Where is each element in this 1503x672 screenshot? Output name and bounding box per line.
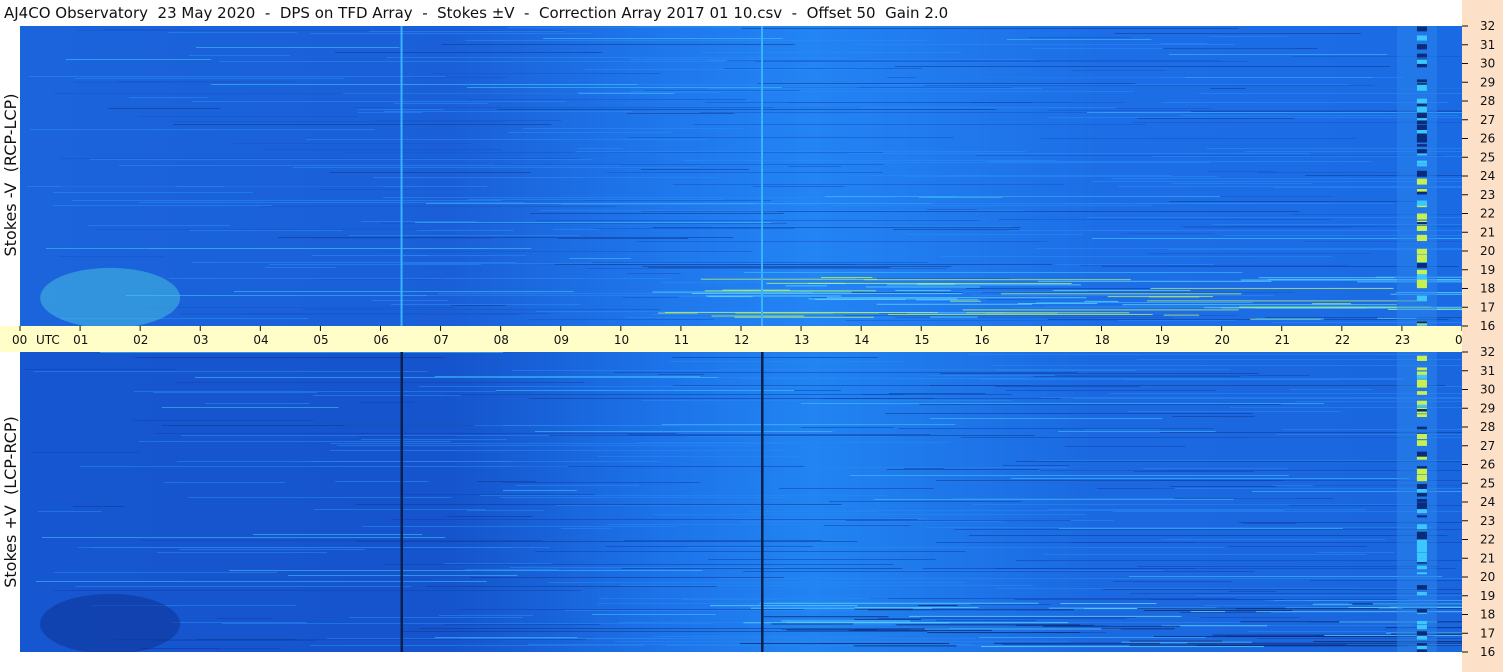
time-tick-label: 12: [734, 333, 749, 347]
y-axis-label-top: Stokes -V (RCP-LCP): [1, 93, 20, 257]
time-tick-label: 09: [554, 333, 569, 347]
freq-tick-label: 22: [1480, 533, 1495, 547]
freq-tick-label: 24: [1480, 495, 1495, 509]
freq-tick-label: 19: [1480, 589, 1495, 603]
time-tick-label: 05: [313, 333, 328, 347]
time-tick-label: 23: [1395, 333, 1410, 347]
freq-tick-label: 23: [1480, 188, 1495, 202]
time-tick-label: 17: [1034, 333, 1049, 347]
spectrogram-top: [20, 26, 1462, 326]
freq-tick-label: 20: [1480, 244, 1495, 258]
interference-band: [1396, 26, 1437, 326]
freq-tick-label: 18: [1480, 282, 1495, 296]
freq-tick-label: 28: [1480, 420, 1495, 434]
freq-tick-label: 31: [1480, 364, 1495, 378]
time-tick-label: 08: [494, 333, 509, 347]
time-tick-label: 14: [854, 333, 869, 347]
time-tick-label: 13: [794, 333, 809, 347]
time-tick-label: 22: [1335, 333, 1350, 347]
time-tick-label: 00: [1455, 333, 1462, 347]
time-tick-label: 16: [974, 333, 989, 347]
time-tick-label: 01: [73, 333, 88, 347]
freq-tick-label: 19: [1480, 263, 1495, 277]
freq-tick-label: 26: [1480, 458, 1495, 472]
time-tick-label: 15: [914, 333, 929, 347]
time-tick-label: 06: [374, 333, 389, 347]
utc-label: UTC: [36, 333, 60, 347]
freq-tick-label: 30: [1480, 57, 1495, 71]
freq-tick-label: 27: [1480, 113, 1495, 127]
vertical-marker-2: [761, 26, 764, 326]
time-axis-svg: 00 UTC 01 02 03 04 05 06 07 08 09 10 11 12 13 14 15 16 17 1…: [12, 326, 1462, 347]
spectrogram-bottom: [20, 352, 1462, 652]
freq-tick-label: 17: [1480, 626, 1495, 640]
freq-tick-label: 31: [1480, 38, 1495, 52]
time-tick-label: 21: [1275, 333, 1290, 347]
freq-tick-label: 16: [1480, 645, 1495, 659]
time-tick-label: 18: [1095, 333, 1110, 347]
freq-tick-label: 20: [1480, 570, 1495, 584]
freq-tick-label: 30: [1480, 383, 1495, 397]
spectrogram-bottom-svg: [20, 352, 1462, 652]
spectrogram-top-svg: [20, 26, 1462, 326]
freq-tick-label: 32: [1480, 345, 1495, 359]
vertical-marker-2: [761, 352, 764, 652]
freq-tick-label: 27: [1480, 439, 1495, 453]
freq-tick-label: 21: [1480, 225, 1495, 239]
freq-tick-label: 17: [1480, 300, 1495, 314]
freq-tick-label: 18: [1480, 608, 1495, 622]
vertical-marker-1: [400, 26, 403, 326]
emission-patch: [40, 267, 181, 326]
freq-tick-label: 32: [1480, 19, 1495, 33]
time-tick-label: 07: [434, 333, 449, 347]
freq-tick-label: 29: [1480, 401, 1495, 415]
freq-tick-label: 16: [1480, 319, 1495, 333]
y-axis-label-bottom: Stokes +V (LCP-RCP): [1, 416, 20, 588]
time-tick-label: 10: [614, 333, 629, 347]
time-tick-label: 03: [193, 333, 208, 347]
freq-tick-label: 28: [1480, 94, 1495, 108]
vertical-marker-1: [400, 352, 404, 652]
time-tick-label: 00: [12, 333, 27, 347]
freq-tick-label: 25: [1480, 476, 1495, 490]
interference-band: [1396, 352, 1437, 652]
freq-tick-label: 26: [1480, 132, 1495, 146]
time-tick-label: 19: [1155, 333, 1170, 347]
frequency-axis: 16 17 18 19 20 21 22 23 24 25 26 27 28 29 30 31 32 16 17 18…: [1462, 19, 1495, 659]
time-axis: 00 UTC 01 02 03 04 05 06 07 08 09 10 11 12 13 14 15 16 17 1…: [0, 326, 1462, 352]
time-tick-label: 11: [674, 333, 689, 347]
frequency-axis-strip: 16 17 18 19 20 21 22 23 24 25 26 27 28 29 30 31 32 16 17 18…: [1462, 0, 1503, 672]
freq-tick-label: 23: [1480, 514, 1495, 528]
freq-tick-label: 25: [1480, 150, 1495, 164]
freq-tick-label: 29: [1480, 75, 1495, 89]
time-tick-label: 02: [133, 333, 148, 347]
freq-tick-label: 22: [1480, 207, 1495, 221]
chart-title: AJ4CO Observatory 23 May 2020 - DPS on T…: [4, 4, 949, 22]
emission-patch: [40, 593, 181, 652]
freq-tick-label: 24: [1480, 169, 1495, 183]
time-tick-label: 04: [253, 333, 268, 347]
freq-tick-label: 21: [1480, 551, 1495, 565]
time-tick-label: 20: [1215, 333, 1230, 347]
